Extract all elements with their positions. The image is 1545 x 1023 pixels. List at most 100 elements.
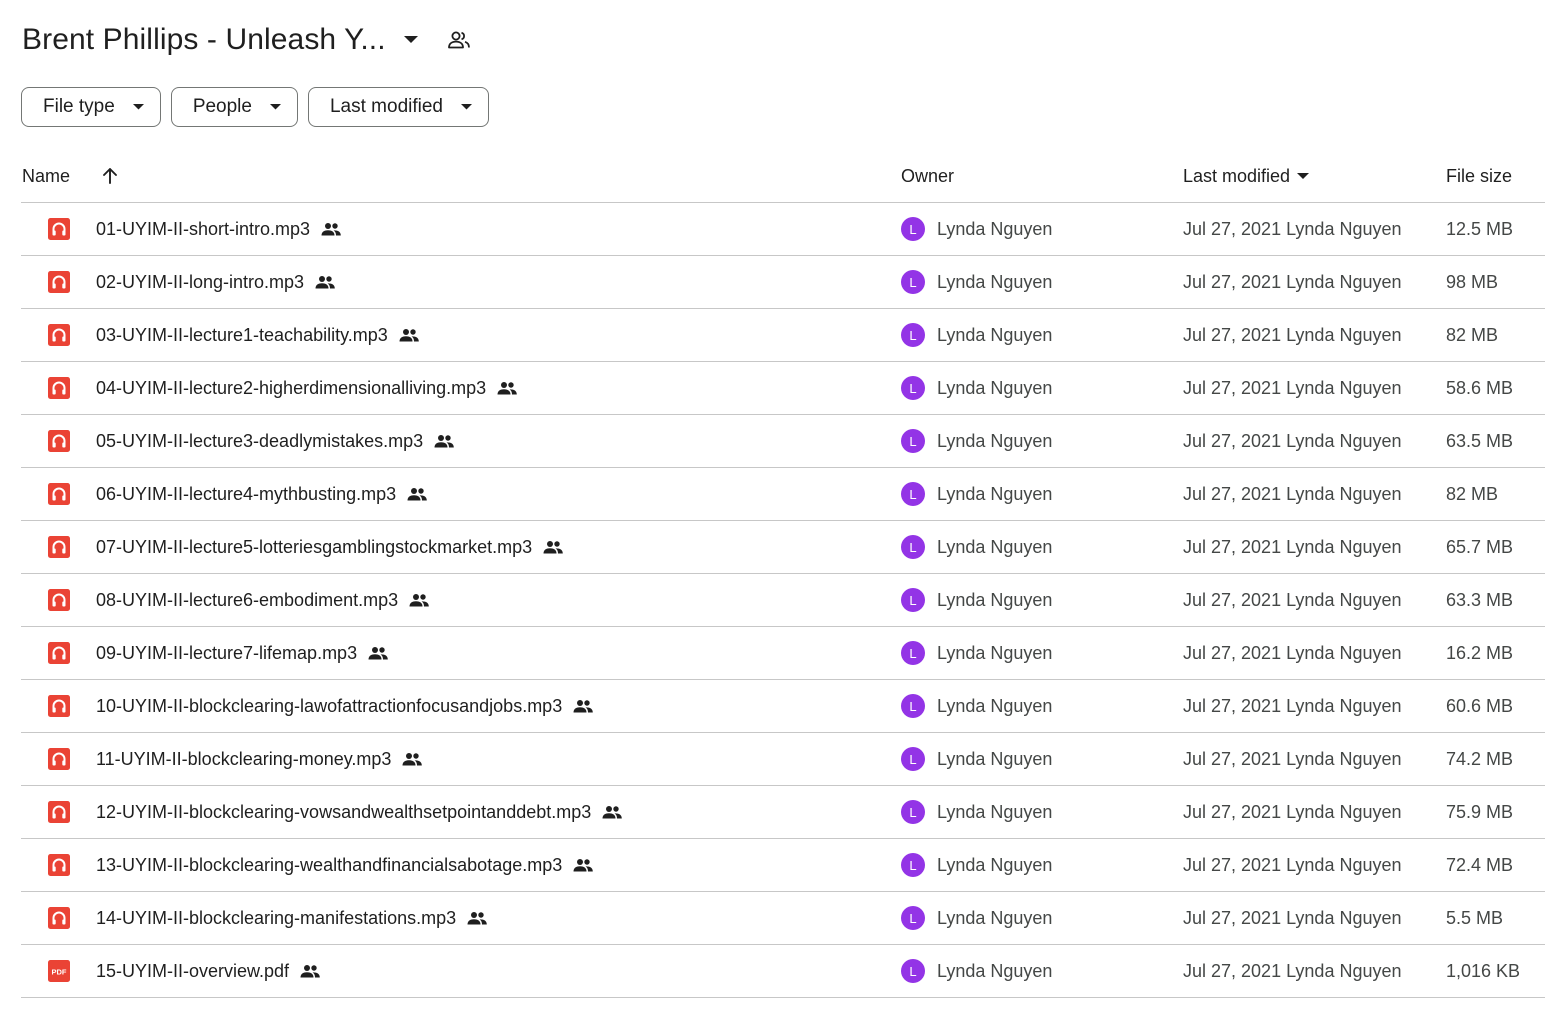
headphones-file-icon bbox=[48, 203, 70, 255]
filter-last-modified-chip[interactable]: Last modified bbox=[307, 87, 489, 127]
file-name: 05-UYIM-II-lecture3-deadlymistakes.mp3 bbox=[96, 430, 424, 451]
table-row[interactable]: 14-UYIM-II-blockclearing-manifestations.… bbox=[21, 892, 1545, 945]
owner-name: Lynda Nguyen bbox=[937, 748, 1053, 769]
people-outline-icon[interactable] bbox=[446, 27, 472, 53]
shared-people-icon bbox=[572, 699, 594, 713]
headphones-file-icon bbox=[48, 680, 70, 732]
last-modified-cell: Jul 27, 2021 Lynda Nguyen bbox=[1183, 907, 1402, 928]
headphones-file-icon bbox=[48, 521, 70, 573]
shared-people-icon bbox=[299, 964, 321, 978]
filter-people-chip[interactable]: People bbox=[170, 87, 298, 127]
shared-people-icon bbox=[542, 540, 564, 554]
owner-cell: L Lynda Nguyen bbox=[901, 733, 1052, 785]
shared-people-icon bbox=[314, 275, 336, 289]
avatar[interactable]: L bbox=[901, 323, 925, 347]
file-name: 10-UYIM-II-blockclearing-lawofattraction… bbox=[96, 695, 563, 716]
file-size-cell: 58.6 MB bbox=[1446, 377, 1514, 398]
headphones-file-icon bbox=[48, 627, 70, 679]
avatar[interactable]: L bbox=[901, 694, 925, 718]
avatar[interactable]: L bbox=[901, 588, 925, 612]
owner-name: Lynda Nguyen bbox=[937, 430, 1053, 451]
shared-people-icon bbox=[601, 805, 623, 819]
owner-name: Lynda Nguyen bbox=[937, 854, 1053, 875]
owner-name: Lynda Nguyen bbox=[937, 907, 1053, 928]
file-name: 09-UYIM-II-lecture7-lifemap.mp3 bbox=[96, 642, 358, 663]
file-name: 11-UYIM-II-blockclearing-money.mp3 bbox=[96, 748, 392, 769]
table-row[interactable]: 08-UYIM-II-lecture6-embodiment.mp3 L Lyn… bbox=[21, 574, 1545, 627]
avatar[interactable]: L bbox=[901, 217, 925, 241]
table-header: Name Owner Last modified File size bbox=[21, 150, 1545, 203]
table-row[interactable]: 04-UYIM-II-lecture2-higherdimensionalliv… bbox=[21, 362, 1545, 415]
owner-name: Lynda Nguyen bbox=[937, 801, 1053, 822]
avatar[interactable]: L bbox=[901, 800, 925, 824]
table-row[interactable]: 03-UYIM-II-lecture1-teachability.mp3 L L… bbox=[21, 309, 1545, 362]
arrow-drop-down-icon bbox=[461, 104, 472, 110]
column-header-name[interactable]: Name bbox=[22, 150, 70, 202]
last-modified-cell: Jul 27, 2021 Lynda Nguyen bbox=[1183, 801, 1402, 822]
last-modified-cell: Jul 27, 2021 Lynda Nguyen bbox=[1183, 324, 1402, 345]
folder-title[interactable]: Brent Phillips - Unleash Y... bbox=[22, 23, 386, 57]
avatar[interactable]: L bbox=[901, 747, 925, 771]
table-row[interactable]: 11-UYIM-II-blockclearing-money.mp3 L Lyn… bbox=[21, 733, 1545, 786]
table-row[interactable]: 01-UYIM-II-short-intro.mp3 L Lynda Nguye… bbox=[21, 203, 1545, 256]
headphones-file-icon bbox=[48, 362, 70, 414]
table-row[interactable]: PDF 15-UYIM-II-overview.pdf L Lynda Nguy… bbox=[21, 945, 1545, 998]
headphones-file-icon bbox=[48, 892, 70, 944]
pdf-icon-label: PDF bbox=[52, 968, 67, 977]
headphones-file-icon bbox=[48, 415, 70, 467]
file-size-cell: 75.9 MB bbox=[1446, 801, 1514, 822]
table-row[interactable]: 06-UYIM-II-lecture4-mythbusting.mp3 L Ly… bbox=[21, 468, 1545, 521]
avatar[interactable]: L bbox=[901, 641, 925, 665]
owner-cell: L Lynda Nguyen bbox=[901, 945, 1052, 997]
avatar[interactable]: L bbox=[901, 959, 925, 983]
table-row[interactable]: 13-UYIM-II-blockclearing-wealthandfinanc… bbox=[21, 839, 1545, 892]
last-modified-cell: Jul 27, 2021 Lynda Nguyen bbox=[1183, 589, 1402, 610]
avatar[interactable]: L bbox=[901, 535, 925, 559]
file-size-cell: 82 MB bbox=[1446, 324, 1499, 345]
arrow-drop-down-icon[interactable] bbox=[400, 29, 422, 51]
shared-people-icon bbox=[367, 646, 389, 660]
table-row[interactable]: 09-UYIM-II-lecture7-lifemap.mp3 L Lynda … bbox=[21, 627, 1545, 680]
file-name: 02-UYIM-II-long-intro.mp3 bbox=[96, 271, 305, 292]
last-modified-cell: Jul 27, 2021 Lynda Nguyen bbox=[1183, 430, 1402, 451]
avatar[interactable]: L bbox=[901, 853, 925, 877]
table-row[interactable]: 02-UYIM-II-long-intro.mp3 L Lynda Nguyen… bbox=[21, 256, 1545, 309]
file-name: 01-UYIM-II-short-intro.mp3 bbox=[96, 218, 311, 239]
avatar[interactable]: L bbox=[901, 429, 925, 453]
shared-people-icon bbox=[401, 752, 423, 766]
owner-cell: L Lynda Nguyen bbox=[901, 574, 1052, 626]
chip-label: People bbox=[192, 96, 252, 117]
arrow-upward-icon[interactable] bbox=[101, 150, 119, 202]
avatar[interactable]: L bbox=[901, 906, 925, 930]
last-modified-cell: Jul 27, 2021 Lynda Nguyen bbox=[1183, 854, 1402, 875]
owner-name: Lynda Nguyen bbox=[937, 377, 1053, 398]
column-header-last-modified[interactable]: Last modified bbox=[1183, 150, 1310, 202]
shared-people-icon bbox=[433, 434, 455, 448]
filter-file-type-chip[interactable]: File type bbox=[21, 87, 161, 127]
file-size-cell: 12.5 MB bbox=[1446, 218, 1514, 239]
arrow-drop-down-icon bbox=[1297, 172, 1310, 180]
file-name: 06-UYIM-II-lecture4-mythbusting.mp3 bbox=[96, 483, 397, 504]
table-row[interactable]: 12-UYIM-II-blockclearing-vowsandwealthse… bbox=[21, 786, 1545, 839]
avatar[interactable]: L bbox=[901, 270, 925, 294]
file-size-cell: 63.3 MB bbox=[1446, 589, 1514, 610]
avatar[interactable]: L bbox=[901, 482, 925, 506]
chip-label: Last modified bbox=[329, 96, 443, 117]
file-name: 07-UYIM-II-lecture5-lotteriesgamblingsto… bbox=[96, 536, 533, 557]
headphones-file-icon bbox=[48, 839, 70, 891]
last-modified-cell: Jul 27, 2021 Lynda Nguyen bbox=[1183, 218, 1402, 239]
headphones-file-icon bbox=[48, 574, 70, 626]
file-name: 12-UYIM-II-blockclearing-vowsandwealthse… bbox=[96, 801, 592, 822]
table-row[interactable]: 10-UYIM-II-blockclearing-lawofattraction… bbox=[21, 680, 1545, 733]
table-row[interactable]: 05-UYIM-II-lecture3-deadlymistakes.mp3 L… bbox=[21, 415, 1545, 468]
table-row[interactable]: 07-UYIM-II-lecture5-lotteriesgamblingsto… bbox=[21, 521, 1545, 574]
file-size-cell: 98 MB bbox=[1446, 271, 1499, 292]
owner-cell: L Lynda Nguyen bbox=[901, 892, 1052, 944]
table-body: 01-UYIM-II-short-intro.mp3 L Lynda Nguye… bbox=[21, 203, 1545, 998]
avatar[interactable]: L bbox=[901, 376, 925, 400]
owner-cell: L Lynda Nguyen bbox=[901, 680, 1052, 732]
arrow-drop-down-icon bbox=[132, 104, 144, 110]
last-modified-cell: Jul 27, 2021 Lynda Nguyen bbox=[1183, 536, 1402, 557]
owner-name: Lynda Nguyen bbox=[937, 642, 1053, 663]
arrow-drop-down-icon bbox=[269, 104, 281, 110]
